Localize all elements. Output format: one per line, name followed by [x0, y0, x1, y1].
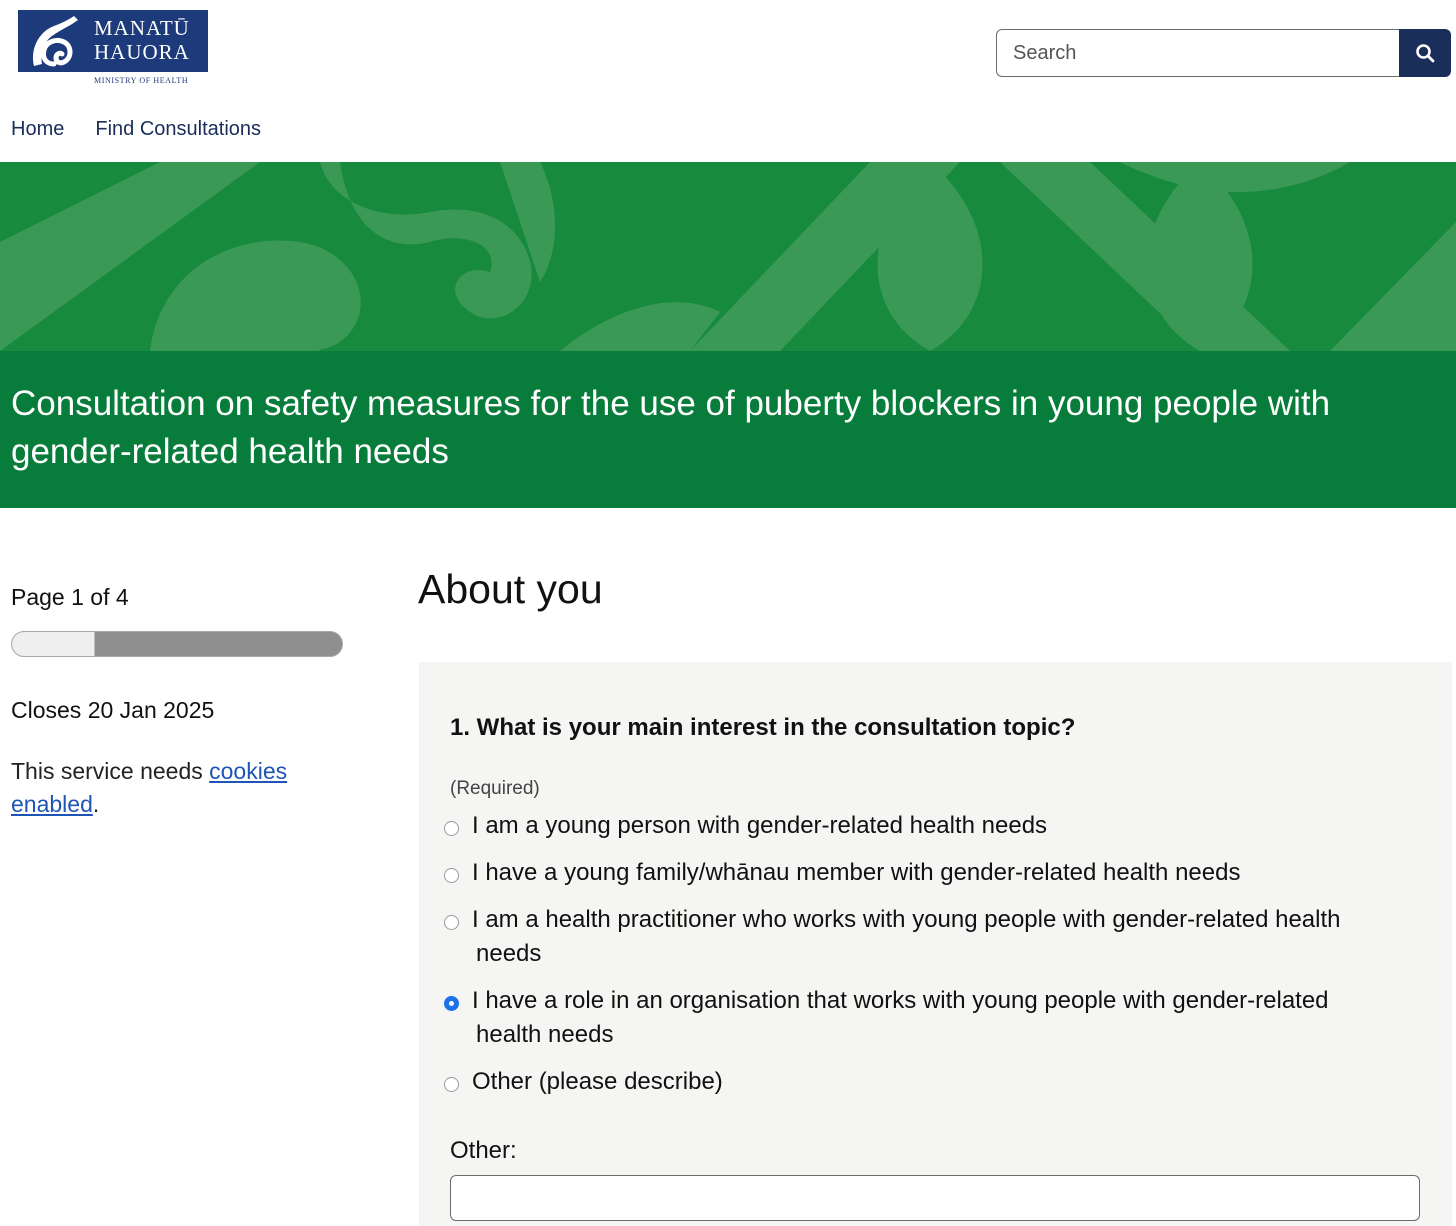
search-bar [996, 29, 1451, 77]
site-header: MANATŪ HAUORA MINISTRY OF HEALTH Home Fi… [0, 0, 1456, 162]
nav-find-consultations-link[interactable]: Find Consultations [95, 118, 261, 141]
radio-button[interactable] [444, 1077, 459, 1092]
option-label: I have a role in an organisation that wo… [472, 984, 1412, 1052]
option-health-practitioner[interactable]: I am a health practitioner who works wit… [444, 906, 1412, 971]
cookies-notice-text: This service needs [11, 758, 210, 784]
progress-bar [11, 631, 343, 657]
section-title: About you [418, 566, 603, 612]
radio-button[interactable] [444, 915, 459, 930]
radio-button[interactable] [444, 821, 459, 836]
option-family-member[interactable]: I have a young family/whānau member with… [444, 859, 1412, 890]
option-label-line: I have a young family/whānau member with… [472, 859, 1241, 886]
option-label-line: I am a health practitioner who works wit… [472, 906, 1341, 933]
koru-logo-icon [32, 16, 78, 67]
option-organisation-role[interactable]: I have a role in an organisation that wo… [444, 987, 1412, 1052]
logo-line-1: MANATŪ [94, 16, 190, 40]
search-input[interactable] [996, 29, 1400, 77]
option-label-line: health needs [476, 1021, 614, 1048]
option-young-person[interactable]: I am a young person with gender-related … [444, 812, 1412, 843]
option-label-line: Other (please describe) [472, 1068, 723, 1095]
option-label-line: I am a young person with gender-related … [472, 812, 1048, 839]
option-label: Other (please describe) [472, 1065, 1412, 1099]
page-indicator: Page 1 of 4 [11, 584, 129, 610]
radio-button-selected[interactable] [444, 996, 459, 1011]
option-other[interactable]: Other (please describe) [444, 1068, 1412, 1099]
closing-date: Closes 20 Jan 2025 [11, 697, 215, 723]
required-hint: (Required) [450, 778, 540, 799]
search-button[interactable] [1399, 29, 1451, 77]
cookies-notice: This service needs cookies enabled. [11, 755, 311, 821]
maori-pattern-decoration [0, 162, 1456, 351]
question-text: 1. What is your main interest in the con… [450, 714, 1076, 741]
cookies-notice-period: . [92, 791, 100, 817]
option-label: I have a young family/whānau member with… [472, 856, 1412, 890]
option-label: I am a young person with gender-related … [472, 809, 1412, 843]
ministry-logo[interactable]: MANATŪ HAUORA MINISTRY OF HEALTH [18, 10, 208, 88]
logo-line-2: HAUORA [94, 40, 190, 64]
option-label-line: I have a role in an organisation that wo… [472, 987, 1329, 1014]
option-label: I am a health practitioner who works wit… [472, 903, 1412, 971]
progress-bar-fill [12, 632, 95, 656]
decorative-banner [0, 162, 1456, 351]
radio-button[interactable] [444, 868, 459, 883]
consultation-title: Consultation on safety measures for the … [11, 384, 1331, 471]
logo-subline: MINISTRY OF HEALTH [94, 76, 189, 85]
main-nav: Home Find Consultations [11, 118, 261, 141]
option-label-line: needs [476, 940, 542, 967]
other-description-input[interactable] [450, 1175, 1420, 1221]
logo-box: MANATŪ HAUORA [18, 10, 208, 72]
nav-home-link[interactable]: Home [11, 118, 64, 141]
other-field-label: Other: [450, 1137, 517, 1164]
search-icon [1416, 44, 1435, 63]
